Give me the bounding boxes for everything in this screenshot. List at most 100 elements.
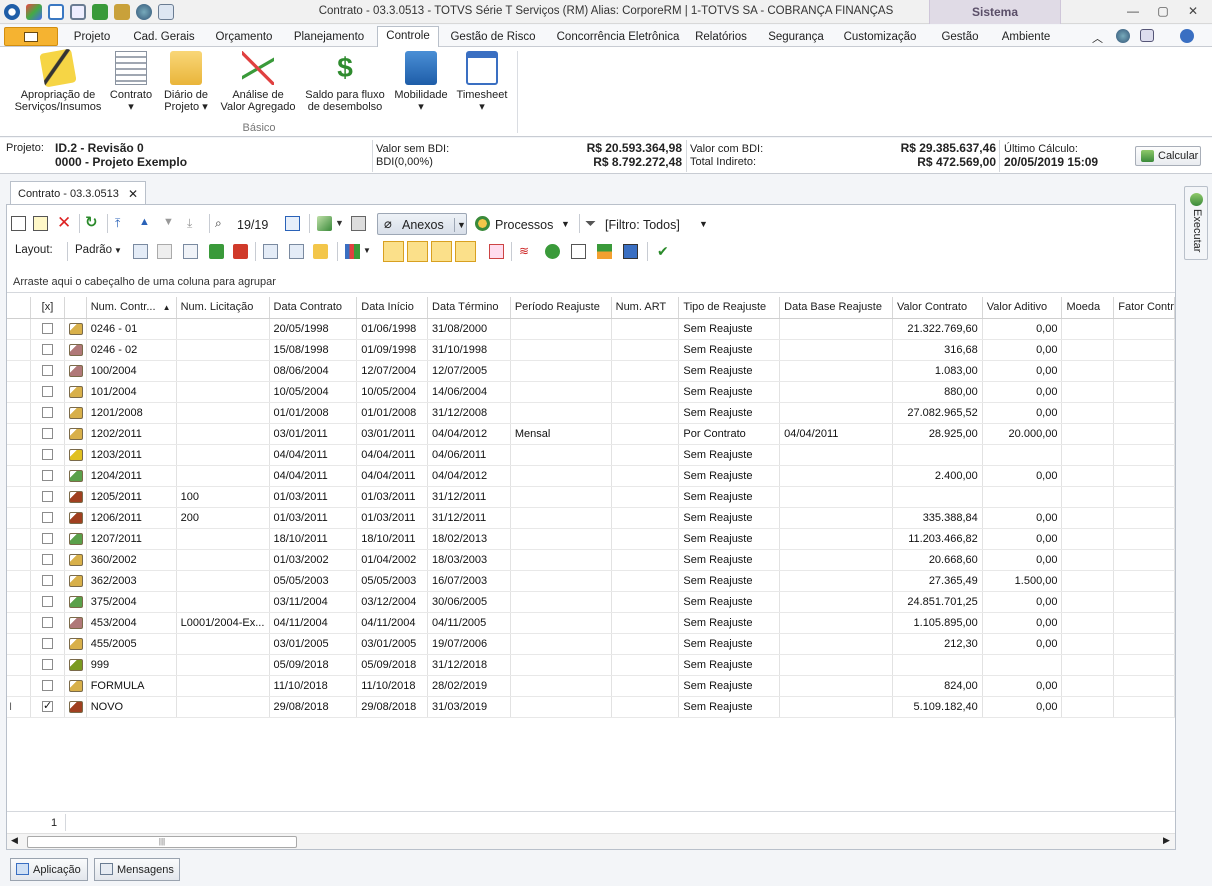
wave-icon[interactable]: ≋ xyxy=(519,244,534,259)
cell-data-termino[interactable]: 18/02/2013 xyxy=(427,528,511,550)
cell-periodo-reajuste[interactable] xyxy=(510,381,612,403)
cell-moeda[interactable] xyxy=(1061,465,1115,487)
row-checkbox[interactable] xyxy=(41,407,53,419)
table-row[interactable]: 1204/2011 04/04/2011 04/04/2011 04/04/2012 S… xyxy=(7,465,1175,487)
cell-data-contrato[interactable]: 04/11/2004 xyxy=(269,612,358,634)
close-tab-icon[interactable]: ✕ xyxy=(128,187,138,201)
next-record-icon[interactable]: ▼ xyxy=(163,216,178,231)
cell-valor-contrato[interactable]: 824,00 xyxy=(892,675,983,697)
cell-num-licitacao[interactable] xyxy=(176,570,270,592)
cell-fator-contr[interactable] xyxy=(1113,402,1175,424)
tab-customizacao[interactable]: Customização xyxy=(838,28,922,47)
file-menu-button[interactable] xyxy=(4,27,58,46)
cell-tipo-reajuste[interactable]: Sem Reajuste xyxy=(678,318,781,340)
tab-gestao-de-risco[interactable]: Gestão de Risco xyxy=(444,28,542,47)
tools-icon[interactable] xyxy=(545,244,560,259)
cell-moeda[interactable] xyxy=(1061,381,1115,403)
row-checkbox-cell[interactable] xyxy=(30,549,65,571)
cell-tipo-reajuste[interactable]: Sem Reajuste xyxy=(678,360,781,382)
cell-data-termino[interactable]: 12/07/2005 xyxy=(427,360,511,382)
column-header-num-contrato[interactable]: Num. Contr... ▲ xyxy=(86,297,177,319)
row-checkbox-cell[interactable] xyxy=(30,675,65,697)
cell-data-base-reajuste[interactable] xyxy=(779,549,893,571)
edit-icon[interactable] xyxy=(33,216,48,231)
cell-num-art[interactable] xyxy=(611,654,680,676)
cell-num-contrato[interactable]: 1206/2011 xyxy=(86,507,177,529)
cell-periodo-reajuste[interactable] xyxy=(510,591,612,613)
cell-num-contrato[interactable]: 360/2002 xyxy=(86,549,177,571)
cell-tipo-reajuste[interactable]: Sem Reajuste xyxy=(678,444,781,466)
cell-num-licitacao[interactable] xyxy=(176,591,270,613)
cell-data-contrato[interactable]: 05/09/2018 xyxy=(269,654,358,676)
cell-data-contrato[interactable]: 01/03/2002 xyxy=(269,549,358,571)
cell-data-inicio[interactable]: 01/04/2002 xyxy=(356,549,429,571)
cell-num-contrato[interactable]: 453/2004 xyxy=(86,612,177,634)
timesheet-button[interactable]: Timesheet ▾ xyxy=(454,51,510,113)
cell-tipo-reajuste[interactable]: Sem Reajuste xyxy=(678,633,781,655)
anexos-button[interactable]: ⌀ Anexos ▼ xyxy=(377,213,467,235)
group-by-area[interactable]: Arraste aqui o cabeçalho de uma coluna p… xyxy=(7,267,1175,293)
document-tab[interactable]: Contrato - 03.3.0513 ✕ xyxy=(10,181,146,205)
cell-moeda[interactable] xyxy=(1061,591,1115,613)
cell-num-art[interactable] xyxy=(611,360,680,382)
cell-data-contrato[interactable]: 20/05/1998 xyxy=(269,318,358,340)
cell-num-contrato[interactable]: 999 xyxy=(86,654,177,676)
cell-data-termino[interactable]: 31/12/2018 xyxy=(427,654,511,676)
column-header-valor-contrato[interactable]: Valor Contrato xyxy=(892,297,983,319)
cell-data-base-reajuste[interactable] xyxy=(779,633,893,655)
cell-fator-contr[interactable] xyxy=(1113,591,1175,613)
cell-valor-aditivo[interactable]: 0,00 xyxy=(982,465,1063,487)
cell-data-inicio[interactable]: 01/01/2008 xyxy=(356,402,429,424)
cell-periodo-reajuste[interactable] xyxy=(510,633,612,655)
cell-tipo-reajuste[interactable]: Sem Reajuste xyxy=(678,612,781,634)
view-mode-3-icon[interactable] xyxy=(431,241,452,262)
tab-concorrencia-eletronica[interactable]: Concorrência Eletrônica xyxy=(548,28,688,47)
row-checkbox[interactable] xyxy=(41,596,53,608)
cell-valor-aditivo[interactable]: 0,00 xyxy=(982,696,1063,718)
aplicacao-tab[interactable]: Aplicação xyxy=(10,858,88,881)
cell-data-termino[interactable]: 31/12/2011 xyxy=(427,486,511,508)
cell-valor-aditivo[interactable]: 1.500,00 xyxy=(982,570,1063,592)
save-layout-icon[interactable] xyxy=(133,244,148,259)
column-header-moeda[interactable]: Moeda xyxy=(1061,297,1115,319)
column-header-data-termino[interactable]: Data Término xyxy=(427,297,511,319)
cell-valor-aditivo[interactable]: 0,00 xyxy=(982,591,1063,613)
layout-icon[interactable] xyxy=(1140,29,1154,42)
anexos-dropdown-icon[interactable]: ▼ xyxy=(454,218,466,232)
row-checkbox[interactable] xyxy=(41,344,53,356)
cell-valor-aditivo[interactable]: 0,00 xyxy=(982,360,1063,382)
cell-data-termino[interactable]: 16/07/2003 xyxy=(427,570,511,592)
cell-num-contrato[interactable]: 455/2005 xyxy=(86,633,177,655)
table-row[interactable]: 1202/2011 03/01/2011 03/01/2011 04/04/2012 M… xyxy=(7,423,1175,445)
cell-tipo-reajuste[interactable]: Sem Reajuste xyxy=(678,654,781,676)
cell-moeda[interactable] xyxy=(1061,675,1115,697)
cell-valor-contrato[interactable]: 2.400,00 xyxy=(892,465,983,487)
cell-num-art[interactable] xyxy=(611,675,680,697)
table-row[interactable]: 1207/2011 18/10/2011 18/10/2011 18/02/2013 S… xyxy=(7,528,1175,550)
column-header-periodo-reajuste[interactable]: Período Reajuste xyxy=(510,297,612,319)
context-tab-sistema[interactable]: Sistema xyxy=(929,0,1061,24)
cell-valor-contrato[interactable]: 212,30 xyxy=(892,633,983,655)
row-checkbox-cell[interactable] xyxy=(30,633,65,655)
cell-valor-aditivo[interactable]: 0,00 xyxy=(982,339,1063,361)
processos-dropdown-icon[interactable]: ▼ xyxy=(561,219,576,234)
cell-valor-contrato[interactable] xyxy=(892,654,983,676)
calculator-icon[interactable] xyxy=(623,244,638,259)
cell-moeda[interactable] xyxy=(1061,486,1115,508)
cell-valor-contrato[interactable]: 1.083,00 xyxy=(892,360,983,382)
cell-fator-contr[interactable] xyxy=(1113,696,1175,718)
cell-moeda[interactable] xyxy=(1061,318,1115,340)
previous-record-icon[interactable]: ▲ xyxy=(139,216,154,231)
row-checkbox-cell[interactable] xyxy=(30,696,65,718)
saldo-fluxo-desembolso-button[interactable]: $ Saldo para fluxo de desembolso xyxy=(302,51,388,113)
cell-data-base-reajuste[interactable] xyxy=(779,360,893,382)
cell-num-licitacao[interactable] xyxy=(176,339,270,361)
row-checkbox[interactable] xyxy=(41,323,53,335)
cell-tipo-reajuste[interactable]: Sem Reajuste xyxy=(678,507,781,529)
cell-num-art[interactable] xyxy=(611,444,680,466)
cell-data-termino[interactable]: 14/06/2004 xyxy=(427,381,511,403)
sort-icon[interactable] xyxy=(263,244,278,259)
row-checkbox-cell[interactable] xyxy=(30,654,65,676)
cell-fator-contr[interactable] xyxy=(1113,381,1175,403)
cell-data-contrato[interactable]: 05/05/2003 xyxy=(269,570,358,592)
